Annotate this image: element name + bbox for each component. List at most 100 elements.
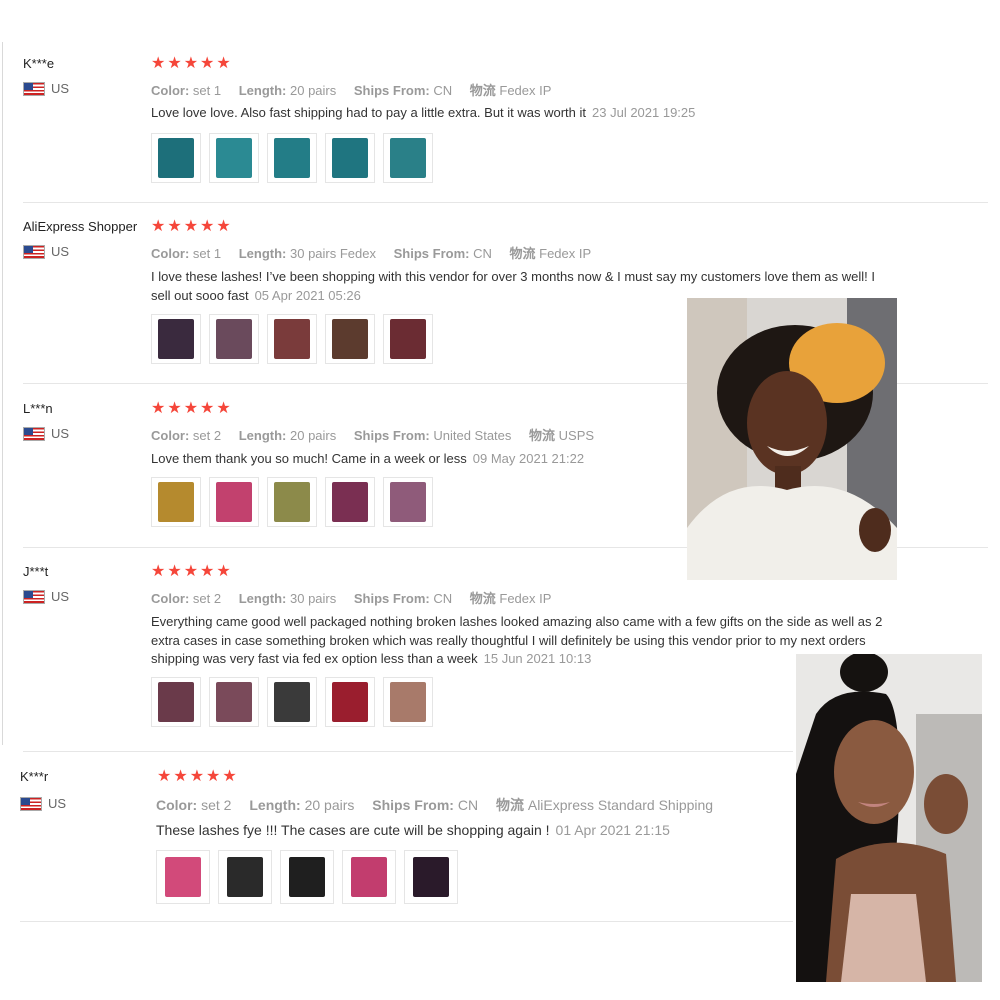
review-photo-thumb[interactable] bbox=[383, 133, 433, 183]
ships-from-label: Ships From: bbox=[393, 246, 470, 261]
review-photo-thumb[interactable] bbox=[218, 850, 272, 904]
country-code: US bbox=[51, 426, 70, 441]
star-rating: ★★★★★ bbox=[151, 219, 233, 235]
review-photo-thumb[interactable] bbox=[151, 677, 201, 727]
color-label: Color: bbox=[151, 591, 190, 606]
review-photo-thumb[interactable] bbox=[209, 477, 259, 527]
review-date: 15 Jun 2021 10:13 bbox=[483, 651, 592, 666]
logistics-value: USPS bbox=[558, 428, 595, 443]
color-label: Color: bbox=[156, 797, 198, 813]
length-label: Length: bbox=[238, 83, 287, 98]
review-photo-thumb[interactable] bbox=[209, 314, 259, 364]
review-photo-thumb[interactable] bbox=[325, 314, 375, 364]
length-value: 20 pairs bbox=[304, 797, 355, 813]
review-body: Love love love. Also fast shipping had t… bbox=[151, 105, 587, 120]
logistics-label: 物流 bbox=[469, 591, 496, 606]
review-photo-thumb[interactable] bbox=[342, 850, 396, 904]
review-photo-thumb[interactable] bbox=[156, 850, 210, 904]
review-divider bbox=[20, 921, 793, 922]
us-flag-icon bbox=[23, 244, 45, 259]
star-icon: ★★★★★ bbox=[151, 218, 233, 235]
review-photo-thumb[interactable] bbox=[151, 314, 201, 364]
review-photo-thumb[interactable] bbox=[383, 677, 433, 727]
ships-from-label: Ships From: bbox=[353, 83, 430, 98]
reviewer-country: US bbox=[23, 244, 69, 259]
reviewer-name: AliExpress Shopper bbox=[23, 219, 138, 234]
length-value: 20 pairs bbox=[290, 83, 337, 98]
review-photo-thumb[interactable] bbox=[267, 314, 317, 364]
review-photo-thumb[interactable] bbox=[383, 314, 433, 364]
star-icon: ★★★★★ bbox=[157, 768, 239, 785]
review-photo-thumb[interactable] bbox=[325, 677, 375, 727]
review-sku-info: Color: set 1 Length: 20 pairs Ships From… bbox=[151, 80, 565, 99]
logistics-label: 物流 bbox=[529, 428, 556, 443]
logistics-label: 物流 bbox=[495, 797, 524, 813]
review-photo-thumb[interactable] bbox=[325, 133, 375, 183]
review-divider bbox=[23, 751, 793, 752]
customer-photo-image bbox=[687, 298, 897, 580]
review-photos bbox=[151, 314, 433, 364]
length-value: 30 pairs bbox=[290, 591, 337, 606]
logistics-value: AliExpress Standard Shipping bbox=[527, 797, 714, 813]
review-photos bbox=[151, 477, 433, 527]
color-value: set 1 bbox=[192, 83, 222, 98]
length-value: 30 pairs Fedex bbox=[290, 246, 376, 261]
star-rating: ★★★★★ bbox=[157, 769, 239, 785]
logistics-label: 物流 bbox=[509, 246, 536, 261]
review-date: 23 Jul 2021 19:25 bbox=[592, 105, 696, 120]
us-flag-icon bbox=[23, 81, 45, 96]
color-value: set 2 bbox=[192, 591, 222, 606]
us-flag-icon bbox=[23, 589, 45, 604]
ships-from-value: CN bbox=[457, 797, 479, 813]
color-value: set 2 bbox=[192, 428, 222, 443]
review-date: 05 Apr 2021 05:26 bbox=[254, 287, 361, 303]
review-photo-thumb[interactable] bbox=[151, 133, 201, 183]
review-date: 01 Apr 2021 21:15 bbox=[555, 822, 670, 838]
customer-photo bbox=[796, 654, 982, 982]
review-photo-thumb[interactable] bbox=[267, 677, 317, 727]
reviewer-name: L***n bbox=[23, 401, 53, 416]
color-value: set 2 bbox=[201, 797, 232, 813]
ships-from-label: Ships From: bbox=[353, 591, 430, 606]
country-code: US bbox=[48, 796, 67, 811]
ships-from-value: CN bbox=[433, 83, 453, 98]
review-photos bbox=[151, 677, 433, 727]
star-rating: ★★★★★ bbox=[151, 401, 233, 417]
review-date: 09 May 2021 21:22 bbox=[472, 451, 585, 466]
review-photo-thumb[interactable] bbox=[267, 133, 317, 183]
reviewer-country: US bbox=[23, 81, 69, 96]
review-photo-thumb[interactable] bbox=[383, 477, 433, 527]
logistics-value: Fedex IP bbox=[499, 591, 552, 606]
review-photo-thumb[interactable] bbox=[151, 477, 201, 527]
star-icon: ★★★★★ bbox=[151, 563, 233, 580]
review-sku-info: Color: set 2 Length: 30 pairs Ships From… bbox=[151, 588, 565, 607]
ships-from-label: Ships From: bbox=[372, 797, 454, 813]
review-text: These lashes fye !!! The cases are cute … bbox=[156, 821, 786, 840]
customer-photo bbox=[687, 298, 897, 580]
review-photo-thumb[interactable] bbox=[325, 477, 375, 527]
length-label: Length: bbox=[238, 591, 287, 606]
logistics-label: 物流 bbox=[469, 83, 496, 98]
color-label: Color: bbox=[151, 83, 190, 98]
review-divider bbox=[23, 202, 988, 203]
review-photo-thumb[interactable] bbox=[267, 477, 317, 527]
review-photo-thumb[interactable] bbox=[209, 133, 259, 183]
review-photo-thumb[interactable] bbox=[404, 850, 458, 904]
review-photos bbox=[151, 133, 433, 183]
reviewer-name: J***t bbox=[23, 564, 49, 579]
review-photo-thumb[interactable] bbox=[209, 677, 259, 727]
review-sku-info: Color: set 2 Length: 20 pairs Ships From… bbox=[156, 795, 727, 815]
logistics-value: Fedex IP bbox=[499, 83, 552, 98]
review-text: Love love love. Also fast shipping had t… bbox=[151, 104, 891, 123]
length-value: 20 pairs bbox=[290, 428, 337, 443]
left-border bbox=[2, 42, 3, 745]
review-photo-thumb[interactable] bbox=[280, 850, 334, 904]
color-value: set 1 bbox=[192, 246, 222, 261]
review-photos bbox=[156, 850, 458, 904]
review-body: These lashes fye !!! The cases are cute … bbox=[156, 822, 550, 838]
ships-from-label: Ships From: bbox=[353, 428, 430, 443]
reviewer-country: US bbox=[20, 796, 66, 811]
color-label: Color: bbox=[151, 428, 190, 443]
country-code: US bbox=[51, 589, 70, 604]
star-rating: ★★★★★ bbox=[151, 56, 233, 72]
